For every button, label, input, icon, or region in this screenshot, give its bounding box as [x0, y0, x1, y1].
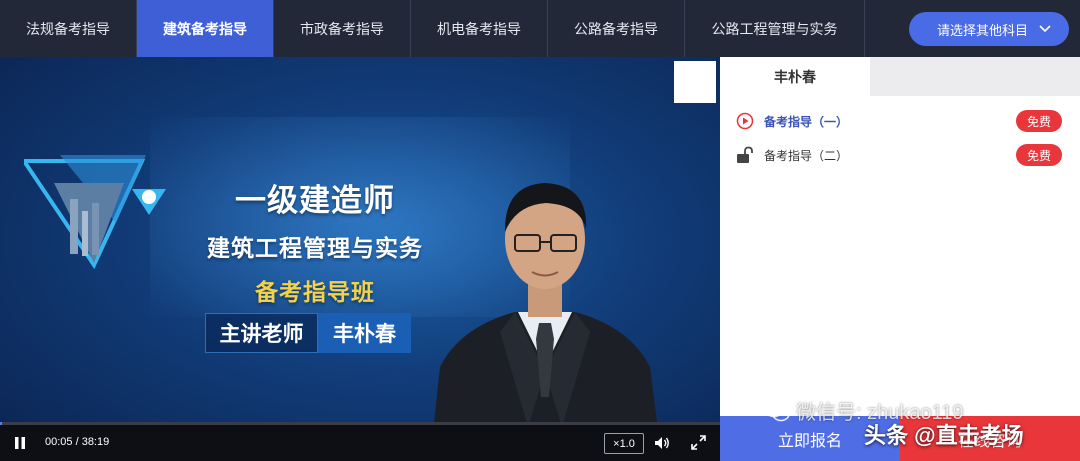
- slide-title: 一级建造师: [235, 183, 395, 218]
- subject-select[interactable]: 请选择其他科目: [909, 12, 1069, 46]
- pause-icon[interactable]: [13, 436, 27, 450]
- volume-icon[interactable]: [653, 434, 671, 452]
- chevron-down-icon: [1039, 25, 1051, 33]
- fullscreen-icon[interactable]: [691, 435, 706, 450]
- panel-tabs: 丰朴春: [720, 57, 1080, 96]
- video-controls: 00:05 / 38:19 ×1.0: [0, 422, 720, 461]
- teacher-label: 主讲老师: [205, 313, 318, 353]
- tab-municipal[interactable]: 市政备考指导: [274, 0, 411, 57]
- presenter-figure: [430, 183, 662, 461]
- tab-highway[interactable]: 公路备考指导: [548, 0, 685, 57]
- free-badge: 免费: [1016, 144, 1062, 166]
- teacher-name: 丰朴春: [318, 313, 411, 353]
- subject-select-label: 请选择其他科目: [937, 22, 1029, 38]
- playback-time: 00:05 / 38:19: [45, 436, 110, 448]
- lesson-title: 备考指导（一）: [764, 114, 849, 129]
- unlock-icon: [737, 146, 753, 163]
- video-player[interactable]: 一级建造师 建筑工程管理与实务 备考指导班 主讲老师 丰朴春: [0, 57, 720, 461]
- lesson-title: 备考指导（二）: [764, 148, 849, 163]
- lesson-item-2[interactable]: 备考指导（二） 免费: [736, 143, 1062, 167]
- toutiao-watermark: 头条 @直击考场: [864, 423, 1024, 448]
- tab-building[interactable]: 建筑备考指导: [137, 0, 274, 57]
- tab-teacher[interactable]: 丰朴春: [720, 57, 870, 96]
- slide-subtitle: 建筑工程管理与实务: [207, 235, 423, 261]
- tab-highway-practice[interactable]: 公路工程管理与实务: [685, 0, 865, 57]
- triangle-logo-graphic: [24, 155, 166, 270]
- tab-regulations[interactable]: 法规备考指导: [0, 0, 137, 57]
- play-circle-icon: [736, 112, 754, 130]
- slide-class-name: 备考指导班: [255, 279, 375, 305]
- tab-mechanical[interactable]: 机电备考指导: [411, 0, 548, 57]
- progress-fill: [0, 422, 2, 425]
- wechat-icon: [764, 400, 790, 421]
- free-badge: 免费: [1016, 110, 1062, 132]
- video-overlay-box: [674, 61, 716, 103]
- progress-bar[interactable]: [0, 422, 720, 425]
- lesson-item-1[interactable]: 备考指导（一） 免费: [736, 109, 1062, 133]
- playback-speed-button[interactable]: ×1.0: [604, 433, 644, 454]
- teacher-badge: 主讲老师 丰朴春: [205, 313, 411, 353]
